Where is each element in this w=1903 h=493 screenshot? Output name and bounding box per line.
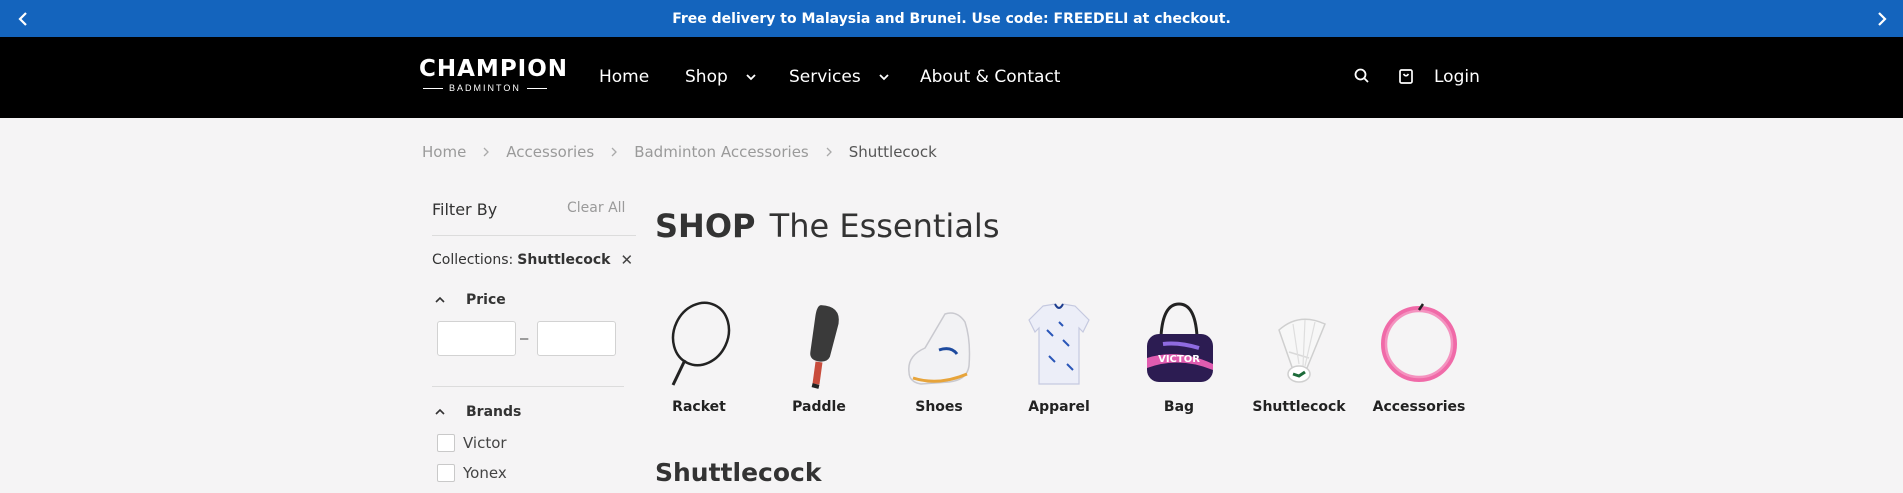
breadcrumb: Home Accessories Badminton Accessories S… <box>422 143 937 161</box>
logo-word: CHAMPION <box>419 56 569 82</box>
chevron-left-icon[interactable] <box>13 9 33 29</box>
announcement-bar: Free delivery to Malaysia and Brunei. Us… <box>0 0 1903 37</box>
search-icon[interactable] <box>1353 67 1371 85</box>
nav-services[interactable]: Services <box>789 67 889 87</box>
chevron-down-icon <box>746 74 756 81</box>
category-bag[interactable]: VICTOR Bag <box>1124 300 1234 415</box>
category-apparel[interactable]: Apparel <box>1004 300 1114 415</box>
category-label: Paddle <box>792 399 846 415</box>
divider <box>432 386 624 387</box>
chevron-up-icon <box>435 408 445 415</box>
breadcrumb-badminton-accessories[interactable]: Badminton Accessories <box>634 143 809 161</box>
bag-icon: VICTOR <box>1147 302 1213 382</box>
string-coil-icon <box>1381 303 1457 382</box>
breadcrumb-current: Shuttlecock <box>848 143 937 161</box>
brand-label: Victor <box>463 434 507 452</box>
section-title: Shuttlecock <box>655 458 822 487</box>
chevron-up-icon <box>435 296 445 303</box>
collections-label: Collections: <box>432 252 514 268</box>
nav-about-contact[interactable]: About & Contact <box>920 67 1060 87</box>
shoe-icon <box>908 312 971 385</box>
category-shoes[interactable]: Shoes <box>884 300 994 415</box>
clear-all-button[interactable]: Clear All <box>567 200 625 216</box>
heading-rest: The Essentials <box>769 207 1000 245</box>
brands-label: Brands <box>466 404 522 420</box>
chevron-right-icon <box>611 147 618 157</box>
category-label: Accessories <box>1372 399 1466 415</box>
heading-bold: SHOP <box>655 207 756 245</box>
filter-title: Filter By <box>432 200 498 219</box>
brands-toggle[interactable]: Brands <box>434 404 521 420</box>
checkbox[interactable] <box>437 464 455 482</box>
svg-text:VICTOR: VICTOR <box>1158 354 1200 365</box>
breadcrumb-accessories[interactable]: Accessories <box>506 143 594 161</box>
racket-icon <box>671 301 731 386</box>
nav-shop[interactable]: Shop <box>685 67 756 87</box>
shuttlecock-icon <box>1278 318 1326 383</box>
category-racket[interactable]: Racket <box>644 300 754 415</box>
category-label: Racket <box>672 399 726 415</box>
shirt-icon <box>1028 303 1090 385</box>
site-header: CHAMPION BADMINTON Home Shop Services Ab… <box>0 37 1903 118</box>
chevron-down-icon <box>879 74 889 81</box>
collections-value: Shuttlecock <box>517 252 611 268</box>
logo-line-left <box>423 87 443 89</box>
nav-services-label: Services <box>789 67 861 87</box>
nav-about-label: About & Contact <box>920 67 1061 87</box>
brand-checkbox-victor[interactable]: Victor <box>437 434 507 452</box>
category-label: Shoes <box>915 399 963 415</box>
brand-label: Yonex <box>463 464 507 482</box>
login-link[interactable]: Login <box>1434 67 1480 87</box>
price-max-input[interactable] <box>537 321 616 356</box>
category-label: Apparel <box>1028 399 1090 415</box>
nav-home[interactable]: Home <box>599 67 649 87</box>
page-title: SHOP The Essentials <box>655 207 999 245</box>
divider <box>432 235 636 236</box>
active-filter-collections: Collections: Shuttlecock ✕ <box>432 251 633 269</box>
paddle-icon <box>810 305 839 389</box>
logo[interactable]: CHAMPION BADMINTON <box>419 56 569 93</box>
breadcrumb-home[interactable]: Home <box>422 143 466 161</box>
category-paddle[interactable]: Paddle <box>764 300 874 415</box>
category-shuttlecock[interactable]: Shuttlecock <box>1244 300 1354 415</box>
logo-line-right <box>526 87 547 89</box>
category-label: Bag <box>1163 399 1195 415</box>
announcement-text: Free delivery to Malaysia and Brunei. Us… <box>672 10 1231 27</box>
nav-home-label: Home <box>599 67 650 87</box>
logo-sub: BADMINTON <box>449 83 521 93</box>
chevron-right-icon <box>826 147 832 157</box>
price-label: Price <box>466 292 506 308</box>
price-separator: – <box>520 330 529 347</box>
category-accessories[interactable]: Accessories <box>1364 300 1474 415</box>
category-label: Shuttlecock <box>1252 399 1346 415</box>
close-icon[interactable]: ✕ <box>621 251 634 269</box>
shopping-bag-icon[interactable] <box>1397 67 1415 85</box>
chevron-right-icon <box>483 147 490 157</box>
chevron-right-icon[interactable] <box>1872 9 1892 29</box>
price-min-input[interactable] <box>437 321 516 356</box>
price-toggle[interactable]: Price <box>434 292 506 308</box>
brand-checkbox-yonex[interactable]: Yonex <box>437 464 507 482</box>
nav-shop-label: Shop <box>685 67 728 87</box>
checkbox[interactable] <box>437 434 455 452</box>
